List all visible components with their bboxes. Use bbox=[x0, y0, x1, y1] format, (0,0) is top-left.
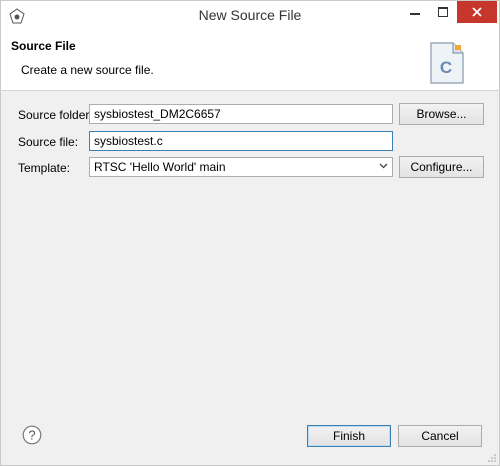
header-title: Source File bbox=[11, 39, 76, 53]
maximize-button[interactable] bbox=[429, 1, 457, 23]
header-description: Create a new source file. bbox=[21, 63, 154, 77]
dialog-header: Source File Create a new source file. C bbox=[1, 31, 499, 91]
source-file-field[interactable] bbox=[89, 131, 393, 151]
template-select[interactable]: RTSC 'Hello World' main bbox=[89, 157, 393, 177]
minimize-icon bbox=[410, 13, 420, 15]
close-button[interactable] bbox=[457, 1, 497, 23]
svg-text:?: ? bbox=[28, 428, 35, 443]
close-icon bbox=[472, 7, 482, 17]
finish-button[interactable]: Finish bbox=[307, 425, 391, 447]
template-label: Template: bbox=[18, 161, 71, 175]
source-folder-label: Source folder: bbox=[18, 108, 93, 122]
configure-button[interactable]: Configure... bbox=[399, 156, 484, 178]
source-folder-field[interactable] bbox=[89, 104, 393, 124]
source-file-label: Source file: bbox=[18, 135, 79, 149]
maximize-icon bbox=[438, 7, 448, 17]
cancel-button[interactable]: Cancel bbox=[398, 425, 482, 447]
c-source-file-icon: C bbox=[430, 42, 464, 84]
new-source-file-dialog: New Source File Source File Create a new… bbox=[0, 0, 500, 466]
chevron-down-icon bbox=[379, 161, 388, 173]
svg-text:C: C bbox=[440, 58, 452, 77]
template-selected-value: RTSC 'Hello World' main bbox=[94, 160, 226, 174]
help-icon[interactable]: ? bbox=[22, 425, 42, 445]
browse-button[interactable]: Browse... bbox=[399, 103, 484, 125]
minimize-button[interactable] bbox=[401, 1, 429, 23]
resize-grip-icon[interactable] bbox=[487, 453, 497, 463]
title-bar[interactable]: New Source File bbox=[1, 1, 499, 31]
